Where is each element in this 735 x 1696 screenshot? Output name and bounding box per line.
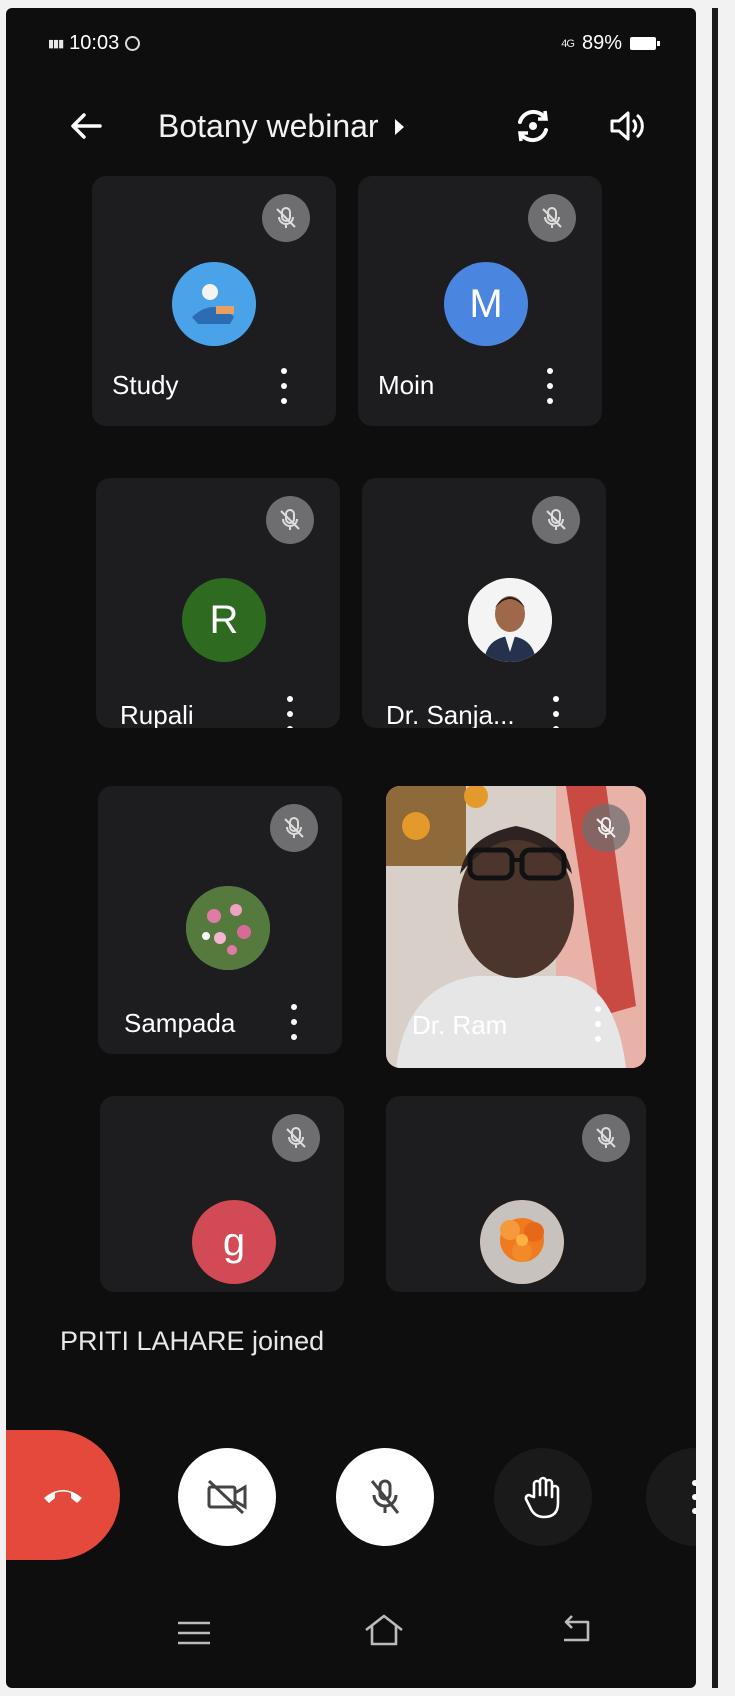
menu-icon[interactable]: [174, 1618, 214, 1648]
system-nav-bar: [6, 1598, 696, 1668]
back-nav-icon[interactable]: [556, 1612, 596, 1648]
battery-percent: 89%: [581, 32, 622, 54]
meeting-header: Botany webinar: [6, 98, 696, 158]
end-call-button[interactable]: [6, 1430, 120, 1560]
network-icon: 4G: [561, 37, 575, 50]
avatar: M: [444, 262, 528, 346]
muted-mic-icon: [262, 194, 310, 242]
sync-icon: [125, 36, 141, 51]
avatar: g: [192, 1200, 276, 1284]
status-time: 10:03: [69, 32, 120, 54]
more-options-icon[interactable]: [279, 368, 289, 404]
hand-icon: [524, 1476, 560, 1519]
hang-up-icon: [44, 1490, 82, 1503]
participant-tile-dr-sanja[interactable]: Dr. Sanja...: [362, 478, 606, 728]
participant-tile-rupali[interactable]: R Rupali: [96, 478, 340, 728]
phone-screen: ▮▮▮ 10:03 4G 89% Botany webinar Study M …: [6, 8, 696, 1688]
battery-icon: [630, 37, 660, 50]
participant-tile-g[interactable]: g: [100, 1096, 344, 1292]
participant-name: Dr. Ram: [412, 1010, 508, 1040]
more-options-button[interactable]: [646, 1448, 696, 1546]
join-notification: PRITI LAHARE joined: [60, 1326, 325, 1356]
camera-off-icon: [207, 1479, 247, 1515]
muted-mic-icon: [266, 496, 314, 544]
caret-right-icon: [394, 118, 404, 135]
participant-name: Sampada: [124, 1008, 236, 1038]
participant-tile-sampada[interactable]: Sampada: [98, 786, 342, 1054]
back-arrow-icon[interactable]: [66, 106, 106, 146]
screen-edge: [712, 8, 718, 1688]
avatar: R: [182, 578, 266, 662]
avatar: [468, 578, 552, 662]
more-vert-icon: [690, 1480, 696, 1514]
participant-name: Dr. Sanja...: [386, 700, 515, 728]
avatar: [172, 262, 256, 346]
participant-tile-study[interactable]: Study: [92, 176, 336, 426]
status-bar: ▮▮▮ 10:03 4G 89%: [48, 32, 660, 62]
more-options-icon[interactable]: [289, 1004, 299, 1040]
more-options-icon[interactable]: [285, 696, 295, 728]
more-options-icon[interactable]: [551, 696, 561, 728]
muted-mic-icon: [532, 496, 580, 544]
participant-tile-moin[interactable]: M Moin: [358, 176, 602, 426]
signal-icon: ▮▮▮: [48, 37, 64, 50]
avatar: [186, 886, 270, 970]
more-options-icon[interactable]: [545, 368, 555, 404]
participant-tile-flower[interactable]: [386, 1096, 646, 1292]
raise-hand-button[interactable]: [494, 1448, 592, 1546]
avatar: [480, 1200, 564, 1284]
mic-toggle-button[interactable]: [336, 1448, 434, 1546]
mic-off-icon: [370, 1479, 400, 1514]
participant-name: Study: [112, 370, 179, 400]
muted-mic-icon: [582, 1114, 630, 1162]
muted-mic-icon: [272, 1114, 320, 1162]
meeting-title: Botany webinar: [158, 108, 379, 144]
muted-mic-icon: [582, 804, 630, 852]
muted-mic-icon: [528, 194, 576, 242]
camera-toggle-button[interactable]: [178, 1448, 276, 1546]
participant-name: Rupali: [120, 700, 194, 728]
meeting-title-button[interactable]: Botany webinar: [158, 108, 404, 145]
speaker-icon[interactable]: [604, 104, 648, 148]
muted-mic-icon: [270, 804, 318, 852]
more-options-icon[interactable]: [593, 1006, 603, 1042]
participant-tile-dr-ram[interactable]: Dr. Ram: [386, 786, 646, 1068]
home-icon[interactable]: [360, 1610, 408, 1650]
participant-name: Moin: [378, 370, 435, 400]
switch-camera-icon[interactable]: [511, 104, 555, 148]
